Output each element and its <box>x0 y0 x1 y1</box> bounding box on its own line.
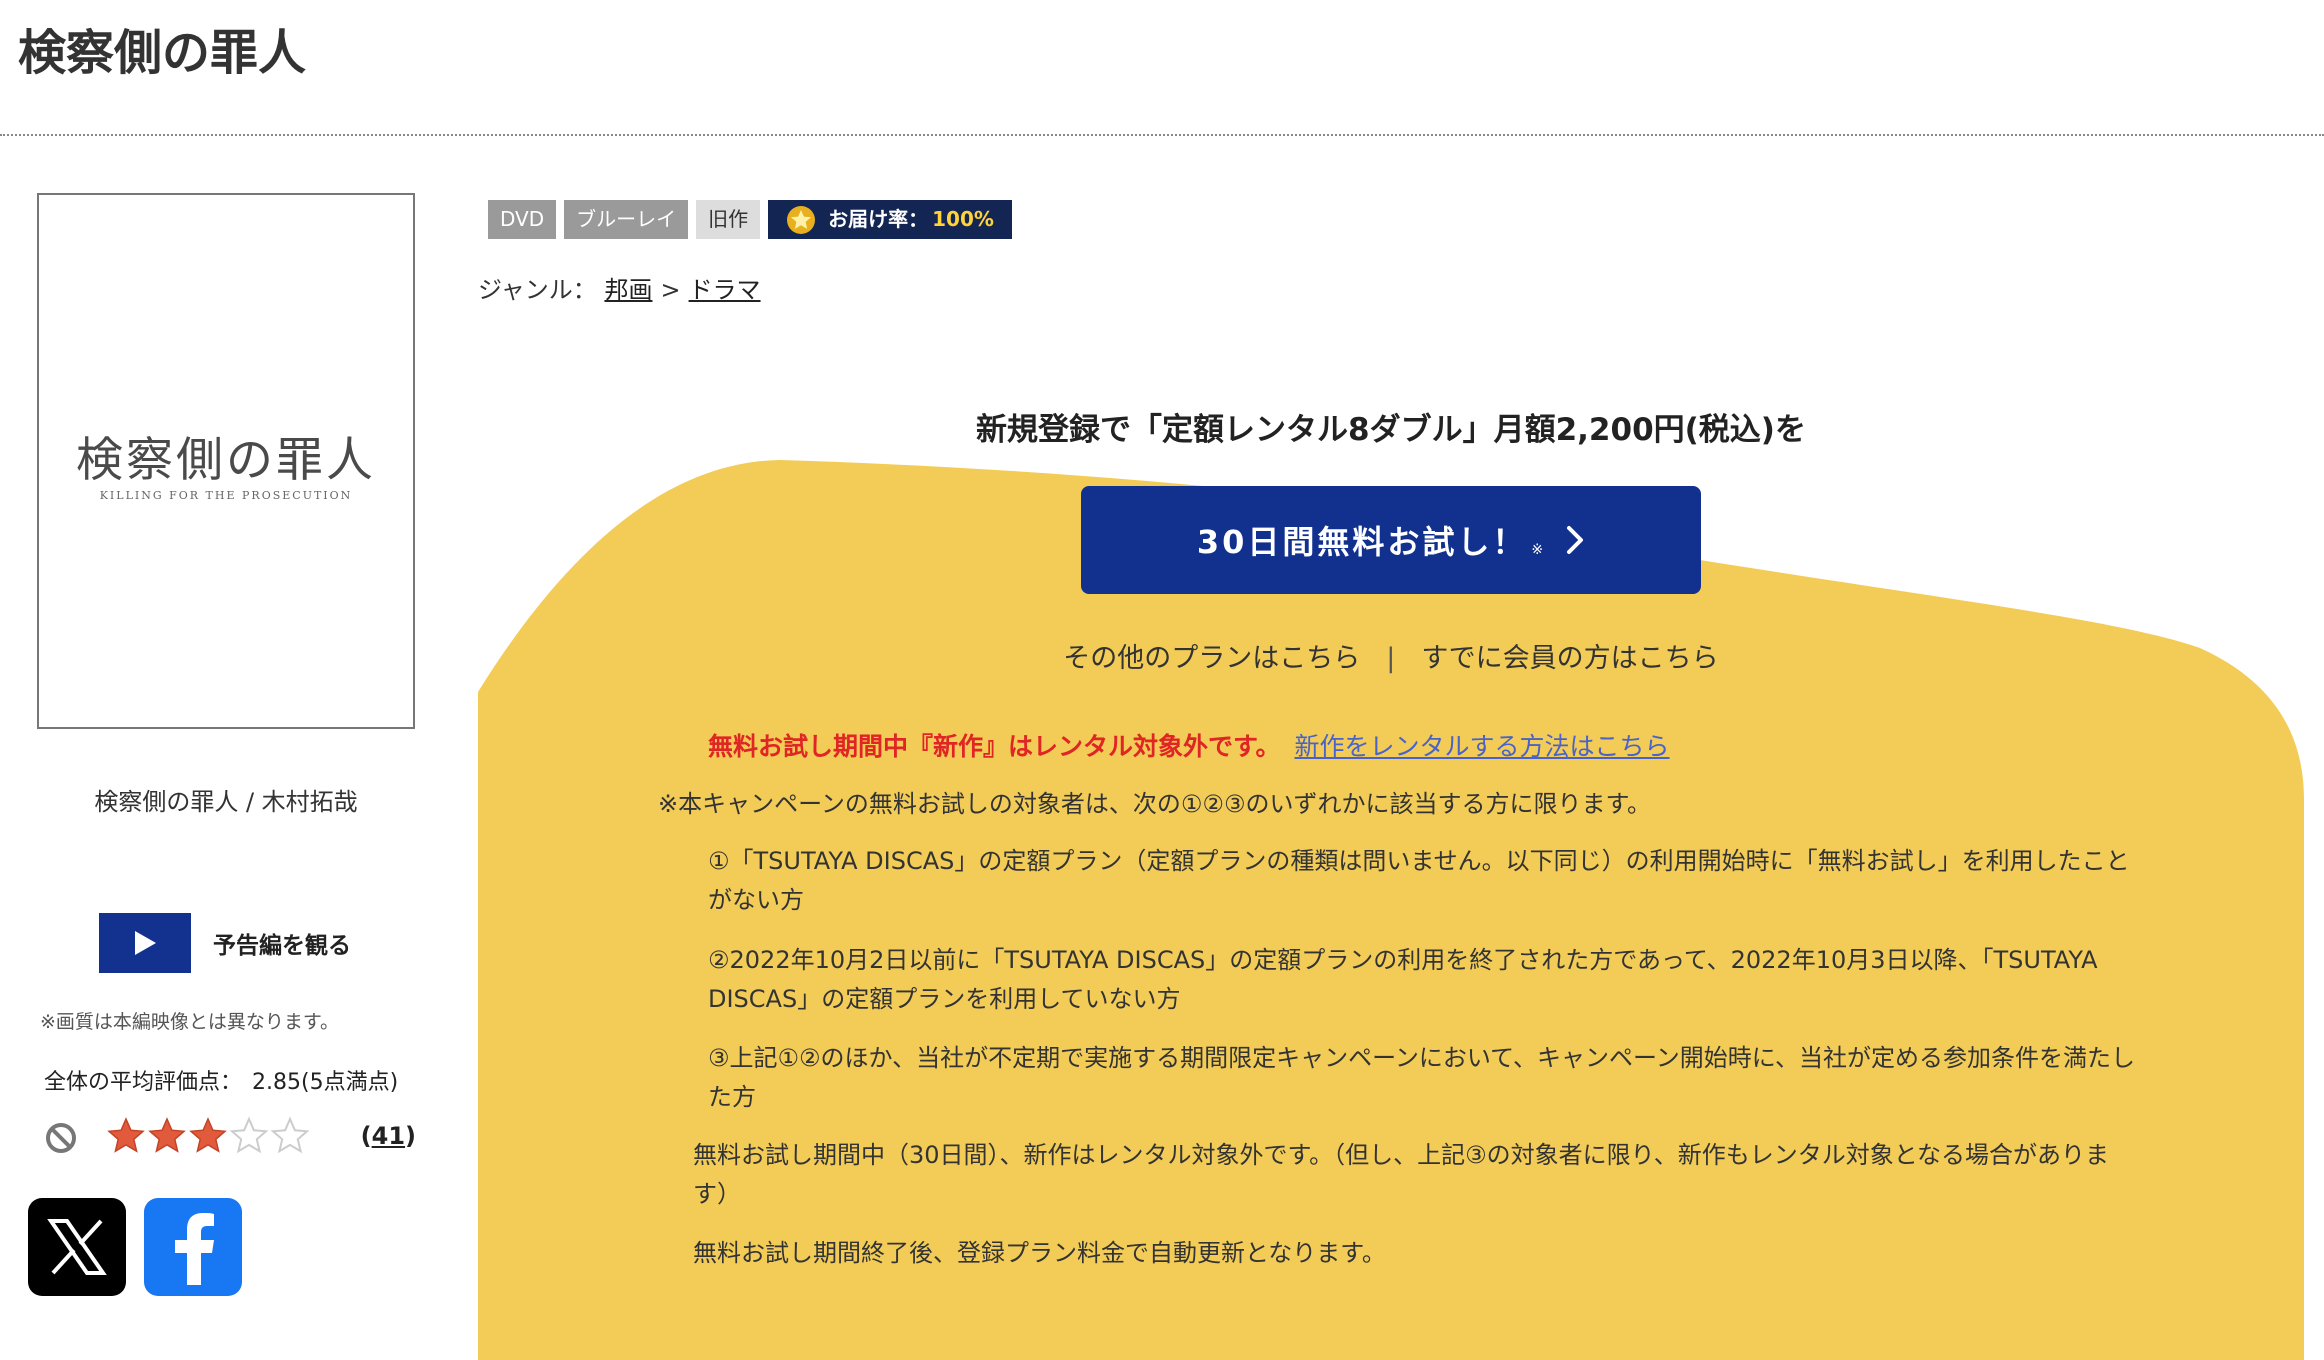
new-release-notice: 無料お試し期間中『新作』はレンタル対象外です。 新作をレンタルする方法はこちら <box>708 727 1670 763</box>
star-empty-icon <box>229 1116 269 1154</box>
eligibility-condition-1: ①「TSUTAYA DISCAS」の定額プラン（定額プランの種類は問いません。以… <box>708 847 2130 914</box>
tag-dvd: DVD <box>488 200 557 239</box>
genre-separator: > <box>660 276 681 304</box>
auto-renew-note: 無料お試し期間終了後、登録プラン料金で自動更新となります。 <box>693 1239 1386 1267</box>
delivery-rate-badge: お届け率： 100% <box>768 200 1012 239</box>
other-plans-link[interactable]: その他のプランはこちら <box>1063 643 1360 674</box>
plan-links-divider: | <box>1386 643 1396 674</box>
tag-old-release: 旧作 <box>696 200 761 239</box>
star-rating[interactable] <box>106 1116 311 1156</box>
x-logo-icon <box>47 1219 107 1275</box>
chevron-right-icon <box>1567 526 1584 554</box>
genre-breadcrumb: ジャンル： 邦画 > ドラマ <box>478 270 761 305</box>
no-entry-icon[interactable] <box>44 1121 78 1155</box>
page-title: 検察側の罪人 <box>18 25 307 81</box>
trailer-button[interactable]: 予告編を観る <box>99 913 351 973</box>
facebook-logo-icon <box>175 1213 214 1285</box>
trial-period-note: 無料お試し期間中（30日間）、新作はレンタル対象外です。（但し、上記③の対象者に… <box>693 1141 2109 1208</box>
new-release-warning: 無料お試し期間中『新作』はレンタル対象外です。 <box>708 732 1281 761</box>
delivery-rate-label: お届け率： <box>828 207 929 231</box>
delivery-rate-value: 100% <box>932 207 994 231</box>
cover-image[interactable]: 検察側の罪人 KILLING FOR THE PROSECUTION <box>37 193 415 729</box>
new-release-rental-link[interactable]: 新作をレンタルする方法はこちら <box>1295 732 1670 761</box>
quality-note: ※画質は本編映像とは異なります。 <box>40 1011 340 1033</box>
genre-link-drama[interactable]: ドラマ <box>689 276 761 304</box>
free-trial-button[interactable]: 30日間無料お試し！ ※ <box>1081 486 1701 594</box>
title-divider <box>0 134 2324 136</box>
social-share <box>28 1198 260 1296</box>
rating-count-number[interactable]: 41 <box>372 1122 405 1150</box>
star-badge-icon <box>787 205 816 234</box>
trailer-label[interactable]: 予告編を観る <box>213 926 351 960</box>
star-filled-icon <box>107 1117 145 1153</box>
ratings-row: (41) <box>44 1116 416 1160</box>
genre-label: ジャンル： <box>478 276 597 304</box>
free-trial-label: 30日間無料お試し！ <box>1196 523 1528 561</box>
cover-title: 検察側の罪人 <box>76 433 376 488</box>
star-filled-icon <box>189 1117 227 1153</box>
average-rating-value: 2.85(5点満点) <box>252 1070 399 1095</box>
star-filled-icon <box>148 1117 186 1153</box>
x-share-button[interactable] <box>28 1198 126 1296</box>
rating-count[interactable]: (41) <box>361 1122 416 1150</box>
average-rating: 全体の平均評価点： 2.85(5点満点) <box>44 1064 398 1096</box>
eligibility-text: ※本キャンペーンの無料お試しの対象者は、次の①②③のいずれかに該当する方に限りま… <box>658 790 1652 818</box>
promo-headline: 新規登録で「定額レンタル8ダブル」月額2,200円(税込)を <box>976 412 1806 448</box>
free-trial-note: ※ <box>1531 542 1544 558</box>
member-login-link[interactable]: すでに会員の方はこちら <box>1421 643 1718 674</box>
plan-links: その他のプランはこちら | すでに会員の方はこちら <box>478 636 2304 675</box>
star-empty-icon <box>270 1116 310 1154</box>
cover-subtitle: KILLING FOR THE PROSECUTION <box>99 489 353 502</box>
average-rating-label: 全体の平均評価点： <box>44 1070 243 1095</box>
play-icon[interactable] <box>99 913 191 973</box>
genre-link-japanese-film[interactable]: 邦画 <box>604 276 652 304</box>
eligibility-condition-2: ②2022年10月2日以前に「TSUTAYA DISCAS」の定額プランの利用を… <box>708 946 2098 1013</box>
eligibility-condition-3: ③上記①②のほか、当社が不定期で実施する期間限定キャンペーンにおいて、キャンペー… <box>708 1044 2136 1111</box>
tag-bluray: ブルーレイ <box>564 200 689 239</box>
facebook-share-button[interactable] <box>144 1198 242 1296</box>
product-caption: 検察側の罪人 / 木村拓哉 <box>94 788 358 816</box>
format-tags: DVD ブルーレイ 旧作 お届け率： 100% <box>488 200 1012 239</box>
